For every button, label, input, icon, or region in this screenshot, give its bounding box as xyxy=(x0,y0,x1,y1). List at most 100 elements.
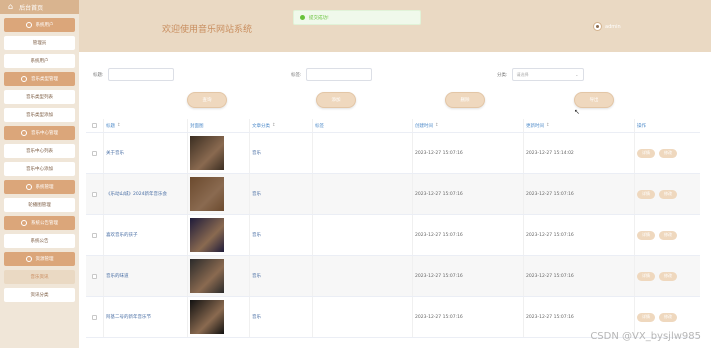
sidebar-group-head[interactable]: 资源管理 xyxy=(4,252,75,266)
table-row: 音乐的味道 音乐 2023-12-27 15:07:16 2023-12-27 15:… xyxy=(86,256,700,297)
cell-title: 关于音乐 xyxy=(104,133,188,173)
table-header: 标题 ↕ 封面图 文章分类 ↕ 标签 创建时间 ↕ 更新时间 ↕ 操作 xyxy=(86,119,700,133)
query-button[interactable]: 查询 xyxy=(187,92,227,108)
cell-tag xyxy=(313,174,413,214)
sidebar-group-head[interactable]: 系统用户 xyxy=(4,18,75,32)
detail-button[interactable]: 详情 xyxy=(637,230,655,240)
delete-button[interactable]: 删除 xyxy=(445,92,485,108)
col-title-label: 标题 xyxy=(106,123,115,129)
cell-ops: 详情 修改 xyxy=(635,215,700,255)
col-category[interactable]: 文章分类 ↕ xyxy=(250,119,313,132)
username: admin xyxy=(605,23,621,30)
table-row: 《乐动山城》2024新年音乐会 音乐 2023-12-27 15:07:16 2023… xyxy=(86,174,700,215)
col-tag-label: 标签 xyxy=(315,123,324,129)
cover-image xyxy=(190,259,224,293)
tag-filter-label: 标签: xyxy=(291,72,302,78)
cell-title: 喜欢音乐的孩子 xyxy=(104,215,188,255)
title-filter-label: 标题: xyxy=(93,72,104,78)
cell-updated: 2023-12-27 15:14:02 xyxy=(524,133,635,173)
cell-ops: 详情 修改 xyxy=(635,174,700,214)
table-body: 关于音乐 音乐 2023-12-27 15:07:16 2023-12-27 15:1… xyxy=(86,133,700,338)
chevron-down-icon: ⌄ xyxy=(575,72,579,77)
sort-icon: ↕ xyxy=(272,123,276,128)
sort-icon: ↕ xyxy=(546,123,550,128)
add-button[interactable]: 添加 xyxy=(316,92,356,108)
cover-image xyxy=(190,300,224,334)
col-image: 封面图 xyxy=(188,119,250,132)
table-row: 关于音乐 音乐 2023-12-27 15:07:16 2023-12-27 15:1… xyxy=(86,133,700,174)
sidebar-item[interactable]: 管理员 xyxy=(4,36,75,50)
action-bar: 查询 添加 删除 导出 xyxy=(79,92,711,109)
detail-button[interactable]: 详情 xyxy=(637,312,655,322)
row-select-cell xyxy=(86,174,104,214)
success-toast: 提交成功! xyxy=(293,10,421,25)
cell-image xyxy=(188,215,250,255)
sidebar-item[interactable]: 音乐资讯 xyxy=(4,270,75,284)
detail-button[interactable]: 详情 xyxy=(637,148,655,158)
menu-group-icon xyxy=(25,184,32,190)
export-button[interactable]: 导出 xyxy=(574,92,614,108)
edit-button[interactable]: 修改 xyxy=(659,230,677,240)
row-checkbox[interactable] xyxy=(92,150,97,156)
category-filter-label: 分类: xyxy=(497,72,508,78)
sort-icon: ↕ xyxy=(117,123,121,128)
sidebar-item[interactable]: 轮播图管理 xyxy=(4,198,75,212)
category-select-value: 请选择 xyxy=(516,71,529,77)
tag-filter: 标签: xyxy=(291,68,372,81)
tag-search-input[interactable] xyxy=(305,68,372,81)
sidebar-group-head[interactable]: 系统管理 xyxy=(4,180,75,194)
cell-created: 2023-12-27 15:07:16 xyxy=(413,297,524,337)
col-updated[interactable]: 更新时间 ↕ xyxy=(524,119,635,132)
row-select-cell xyxy=(86,133,104,173)
cover-image xyxy=(190,218,224,252)
brand-label: 后台首页 xyxy=(19,4,44,12)
menu-group-icon xyxy=(21,220,27,226)
row-checkbox[interactable] xyxy=(92,191,97,197)
sidebar-group-label: 系统管理 xyxy=(35,185,54,190)
cell-updated: 2023-12-27 15:07:16 xyxy=(524,215,635,255)
row-checkbox[interactable] xyxy=(92,273,97,279)
title-filter: 标题: xyxy=(93,68,174,81)
sidebar-item[interactable]: 系统公告 xyxy=(4,234,75,248)
search-bar: 标题: 标签: 分类: 请选择 ⌄ xyxy=(79,68,711,82)
edit-button[interactable]: 修改 xyxy=(659,312,677,322)
cell-ops: 详情 修改 xyxy=(635,256,700,296)
cell-tag xyxy=(313,133,413,173)
sidebar-brand[interactable]: ⌂ 后台首页 xyxy=(0,0,79,14)
sidebar-item[interactable]: 音乐中心列表 xyxy=(4,144,75,158)
title-search-input[interactable] xyxy=(107,68,174,81)
cell-category: 音乐 xyxy=(250,133,313,173)
sidebar-item[interactable]: 音乐类型添加 xyxy=(4,108,75,122)
sidebar-item[interactable]: 资讯分类 xyxy=(4,288,75,302)
avatar xyxy=(593,22,602,31)
category-select[interactable]: 请选择 ⌄ xyxy=(511,68,584,81)
sidebar-item[interactable]: 系统用户 xyxy=(4,54,75,68)
home-icon: ⌂ xyxy=(8,2,14,11)
edit-button[interactable]: 修改 xyxy=(659,189,677,199)
sidebar-item[interactable]: 音乐中心添加 xyxy=(4,162,75,176)
sidebar-group-head[interactable]: 音乐中心管理 xyxy=(4,126,75,140)
cell-image xyxy=(188,133,250,173)
edit-button[interactable]: 修改 xyxy=(659,148,677,158)
sidebar-item[interactable]: 音乐类型列表 xyxy=(4,90,75,104)
cell-tag xyxy=(313,256,413,296)
sidebar-group-head[interactable]: 音乐类型管理 xyxy=(4,72,75,86)
col-ops: 操作 xyxy=(635,119,700,132)
col-title[interactable]: 标题 ↕ xyxy=(104,119,188,132)
col-created[interactable]: 创建时间 ↕ xyxy=(413,119,524,132)
col-image-label: 封面图 xyxy=(190,123,204,129)
sidebar-group-label: 系统公告管理 xyxy=(31,221,58,226)
user-menu[interactable]: admin xyxy=(593,22,621,31)
detail-button[interactable]: 详情 xyxy=(637,189,655,199)
row-checkbox[interactable] xyxy=(92,314,97,320)
check-icon xyxy=(300,15,305,20)
select-all-cell xyxy=(86,119,104,132)
detail-button[interactable]: 详情 xyxy=(637,271,655,281)
edit-button[interactable]: 修改 xyxy=(659,271,677,281)
sidebar-group-head[interactable]: 系统公告管理 xyxy=(4,216,75,230)
select-all-checkbox[interactable] xyxy=(92,123,97,128)
cell-created: 2023-12-27 15:07:16 xyxy=(413,174,524,214)
cell-category: 音乐 xyxy=(250,215,313,255)
category-filter: 分类: 请选择 ⌄ xyxy=(497,68,584,81)
row-checkbox[interactable] xyxy=(92,232,97,238)
